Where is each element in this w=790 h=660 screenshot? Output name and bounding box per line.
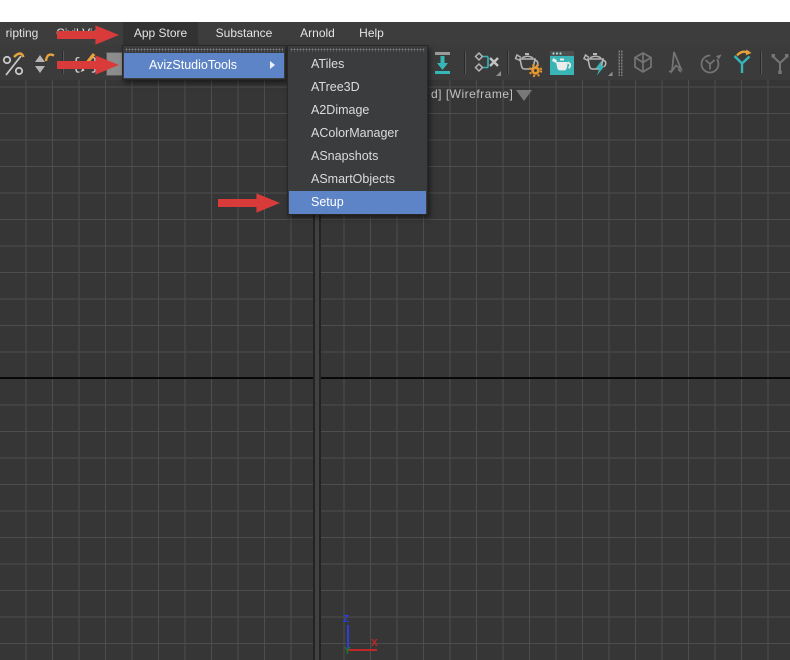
toolbar-separator bbox=[507, 51, 509, 74]
screenshot-root: d] [Wireframe] Z X Y ripting Civil View … bbox=[0, 0, 790, 660]
submenu-arrow-icon bbox=[270, 61, 275, 69]
submenu-item-asnapshots[interactable]: ASnapshots bbox=[289, 145, 426, 168]
spinner-snap-icon[interactable] bbox=[31, 49, 57, 77]
schematic-view-icon[interactable] bbox=[472, 49, 502, 77]
menu-tearoff-handle[interactable] bbox=[125, 48, 283, 52]
axis-x-label: X bbox=[371, 638, 378, 649]
rotate-icon[interactable] bbox=[697, 49, 723, 77]
submenu-item-setup[interactable]: Setup bbox=[289, 191, 426, 214]
menu-item-substance[interactable]: Substance bbox=[205, 22, 283, 45]
menu-item-app-store[interactable]: App Store bbox=[123, 22, 198, 45]
menu-item-arnold[interactable]: Arnold bbox=[290, 22, 345, 45]
menu-item-label: AvizStudioTools bbox=[149, 58, 238, 72]
menu-item-avizstudiotools[interactable]: AvizStudioTools bbox=[124, 53, 284, 78]
submenu-item-atree3d[interactable]: ATree3D bbox=[289, 76, 426, 99]
toolbar-grip[interactable] bbox=[618, 50, 623, 76]
render-production-icon[interactable] bbox=[583, 49, 613, 77]
axis-y-label: Y bbox=[344, 646, 351, 657]
percent-snap-icon[interactable] bbox=[1, 49, 27, 77]
grid-main-axis-line bbox=[0, 377, 790, 379]
axis-tripod-icon[interactable] bbox=[729, 49, 755, 77]
submenu-item-asmartobjects[interactable]: ASmartObjects bbox=[289, 168, 426, 191]
submenu-item-atiles[interactable]: ATiles bbox=[289, 53, 426, 76]
render-setup-icon[interactable] bbox=[514, 49, 544, 77]
main-menu-bar: ripting Civil View App Store Substance A… bbox=[0, 22, 790, 45]
submenu-item-a2dimage[interactable]: A2Dimage bbox=[289, 99, 426, 122]
toolbar-separator bbox=[464, 51, 466, 74]
submenu-item-acolormanager[interactable]: AColorManager bbox=[289, 122, 426, 145]
menu-item-scripting[interactable]: ripting bbox=[2, 22, 42, 45]
viewport-label-caret-icon[interactable] bbox=[516, 90, 532, 101]
menu-tearoff-handle[interactable] bbox=[290, 48, 425, 52]
rendered-frame-window-icon[interactable] bbox=[549, 49, 575, 77]
app-store-menu: AvizStudioTools bbox=[122, 45, 286, 80]
import-icon[interactable] bbox=[430, 49, 456, 77]
toolbar-separator bbox=[760, 51, 762, 74]
world-axis-tripod: Z X Y bbox=[343, 614, 378, 657]
avizstudiotools-submenu: ATiles ATree3D A2Dimage AColorManager AS… bbox=[287, 45, 428, 215]
menu-item-help[interactable]: Help bbox=[349, 22, 394, 45]
axis-z-label: Z bbox=[343, 614, 349, 625]
viewport-shading-label[interactable]: d] [Wireframe] bbox=[431, 87, 513, 101]
select-cursor-icon[interactable] bbox=[664, 49, 690, 77]
transform-gizmo-icon[interactable] bbox=[630, 49, 656, 77]
axis-tripod-alt-icon[interactable] bbox=[767, 49, 790, 77]
